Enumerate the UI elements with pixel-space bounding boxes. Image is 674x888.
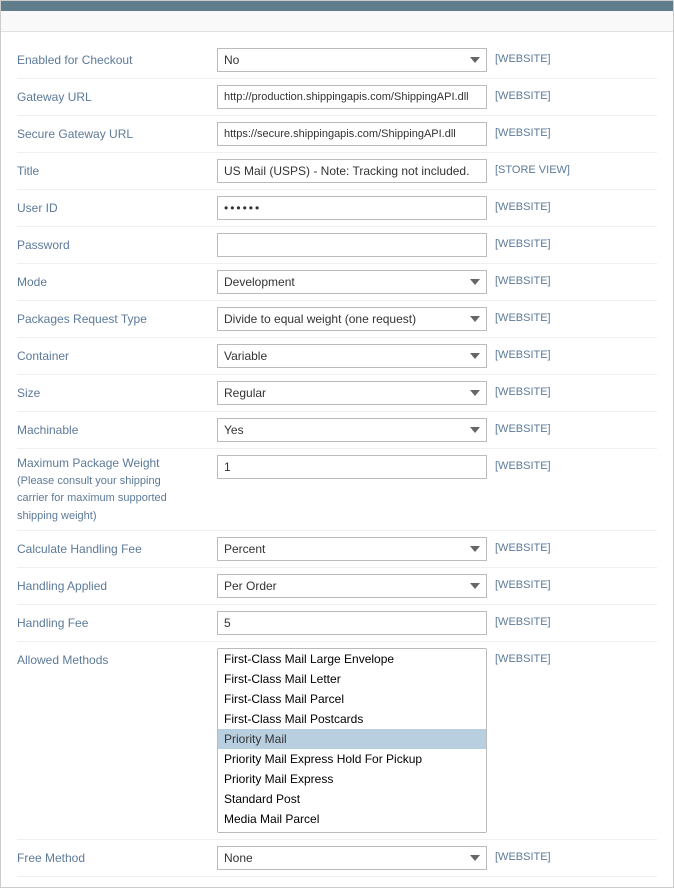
form-row-free_method: Free MethodNone [WEBSITE] [17, 840, 657, 877]
form-row-secure_gateway_url: Secure Gateway URL [WEBSITE] [17, 116, 657, 153]
control-wrap-packages_request_type: Divide to equal weight (one request)Each… [217, 307, 657, 331]
label-packages_request_type: Packages Request Type [17, 307, 217, 328]
control-wrap-secure_gateway_url: [WEBSITE] [217, 122, 657, 146]
label-password: Password [17, 233, 217, 254]
select-free_method[interactable]: None [217, 846, 487, 870]
scope-gateway_url: [WEBSITE] [495, 85, 551, 102]
form-row-password: Password [WEBSITE] [17, 227, 657, 264]
select-container[interactable]: VariableFlat Rate BoxFlat Rate Envelope [217, 344, 487, 368]
select-machinable[interactable]: YesNo [217, 418, 487, 442]
control-wrap-user_id: [WEBSITE] [217, 196, 657, 220]
form-row-user_id: User ID [WEBSITE] [17, 190, 657, 227]
select-mode[interactable]: DevelopmentProduction [217, 270, 487, 294]
scope-calculate_handling_fee: [WEBSITE] [495, 537, 551, 554]
input-max_package_weight[interactable] [217, 455, 487, 479]
multiselect-wrap-allowed_methods: First-Class Mail Large EnvelopeFirst-Cla… [217, 648, 487, 833]
control-wrap-gateway_url: [WEBSITE] [217, 85, 657, 109]
input-title[interactable] [217, 159, 487, 183]
form-row-calculate_handling_fee: Calculate Handling FeePercentFixed [WEBSI… [17, 531, 657, 568]
notice-bar [1, 11, 673, 32]
control-wrap-title: [STORE VIEW] [217, 159, 657, 183]
scope-packages_request_type: [WEBSITE] [495, 307, 551, 324]
form-table: Enabled for CheckoutNoYes[WEBSITE]Gatewa… [1, 32, 673, 887]
multiselect-allowed_methods[interactable]: First-Class Mail Large EnvelopeFirst-Cla… [217, 648, 487, 833]
form-row-max_package_weight: Maximum Package Weight(Please consult yo… [17, 449, 657, 531]
label-max_package_weight: Maximum Package Weight(Please consult yo… [17, 455, 217, 524]
control-wrap-allowed_methods: First-Class Mail Large EnvelopeFirst-Cla… [217, 648, 657, 833]
input-handling_fee[interactable] [217, 611, 487, 635]
control-wrap-mode: DevelopmentProduction [WEBSITE] [217, 270, 657, 294]
scope-mode: [WEBSITE] [495, 270, 551, 287]
scope-secure_gateway_url: [WEBSITE] [495, 122, 551, 139]
form-row-allowed_methods: Allowed MethodsFirst-Class Mail Large En… [17, 642, 657, 840]
scope-handling_fee: [WEBSITE] [495, 611, 551, 628]
form-row-enabled_for_checkout: Enabled for CheckoutNoYes [WEBSITE] [17, 42, 657, 79]
scope-size: [WEBSITE] [495, 381, 551, 398]
label-gateway_url: Gateway URL [17, 85, 217, 106]
label-enabled_for_checkout: Enabled for Checkout [17, 48, 217, 69]
control-wrap-handling_applied: Per OrderPer Package [WEBSITE] [217, 574, 657, 598]
label-secure_gateway_url: Secure Gateway URL [17, 122, 217, 143]
scope-allowed_methods: [WEBSITE] [495, 648, 551, 665]
form-row-gateway_url: Gateway URL [WEBSITE] [17, 79, 657, 116]
label-machinable: Machinable [17, 418, 217, 439]
select-enabled_for_checkout[interactable]: NoYes [217, 48, 487, 72]
label-handling_applied: Handling Applied [17, 574, 217, 595]
form-row-packages_request_type: Packages Request TypeDivide to equal wei… [17, 301, 657, 338]
control-wrap-handling_fee: [WEBSITE] [217, 611, 657, 635]
form-row-size: SizeRegularLarge [WEBSITE] [17, 375, 657, 412]
form-row-machinable: MachinableYesNo [WEBSITE] [17, 412, 657, 449]
label-mode: Mode [17, 270, 217, 291]
control-wrap-password: [WEBSITE] [217, 233, 657, 257]
input-secure_gateway_url[interactable] [217, 122, 487, 146]
input-gateway_url[interactable] [217, 85, 487, 109]
scope-title: [STORE VIEW] [495, 159, 570, 176]
control-wrap-calculate_handling_fee: PercentFixed [WEBSITE] [217, 537, 657, 561]
label-user_id: User ID [17, 196, 217, 217]
usps-window: Enabled for CheckoutNoYes[WEBSITE]Gatewa… [0, 0, 674, 888]
scope-handling_applied: [WEBSITE] [495, 574, 551, 591]
control-wrap-max_package_weight: [WEBSITE] [217, 455, 657, 479]
form-row-handling_fee: Handling Fee [WEBSITE] [17, 605, 657, 642]
select-calculate_handling_fee[interactable]: PercentFixed [217, 537, 487, 561]
label-container: Container [17, 344, 217, 365]
control-wrap-machinable: YesNo [WEBSITE] [217, 418, 657, 442]
form-row-title: Title [STORE VIEW] [17, 153, 657, 190]
control-wrap-size: RegularLarge [WEBSITE] [217, 381, 657, 405]
control-wrap-free_method: None [WEBSITE] [217, 846, 657, 870]
scope-machinable: [WEBSITE] [495, 418, 551, 435]
scope-enabled_for_checkout: [WEBSITE] [495, 48, 551, 65]
label-size: Size [17, 381, 217, 402]
input-user_id[interactable] [217, 196, 487, 220]
label-calculate_handling_fee: Calculate Handling Fee [17, 537, 217, 558]
label-allowed_methods: Allowed Methods [17, 648, 217, 669]
select-handling_applied[interactable]: Per OrderPer Package [217, 574, 487, 598]
select-packages_request_type[interactable]: Divide to equal weight (one request)Each… [217, 307, 487, 331]
input-password[interactable] [217, 233, 487, 257]
scope-password: [WEBSITE] [495, 233, 551, 250]
select-size[interactable]: RegularLarge [217, 381, 487, 405]
control-wrap-container: VariableFlat Rate BoxFlat Rate Envelope [… [217, 344, 657, 368]
scope-user_id: [WEBSITE] [495, 196, 551, 213]
label-title: Title [17, 159, 217, 180]
title-bar [1, 1, 673, 11]
scope-free_method: [WEBSITE] [495, 846, 551, 863]
scope-container: [WEBSITE] [495, 344, 551, 361]
form-row-container: ContainerVariableFlat Rate BoxFlat Rate … [17, 338, 657, 375]
form-row-mode: ModeDevelopmentProduction [WEBSITE] [17, 264, 657, 301]
control-wrap-enabled_for_checkout: NoYes [WEBSITE] [217, 48, 657, 72]
form-row-handling_applied: Handling AppliedPer OrderPer Package [WEB… [17, 568, 657, 605]
label-handling_fee: Handling Fee [17, 611, 217, 632]
label-free_method: Free Method [17, 846, 217, 867]
scope-max_package_weight: [WEBSITE] [495, 455, 551, 472]
